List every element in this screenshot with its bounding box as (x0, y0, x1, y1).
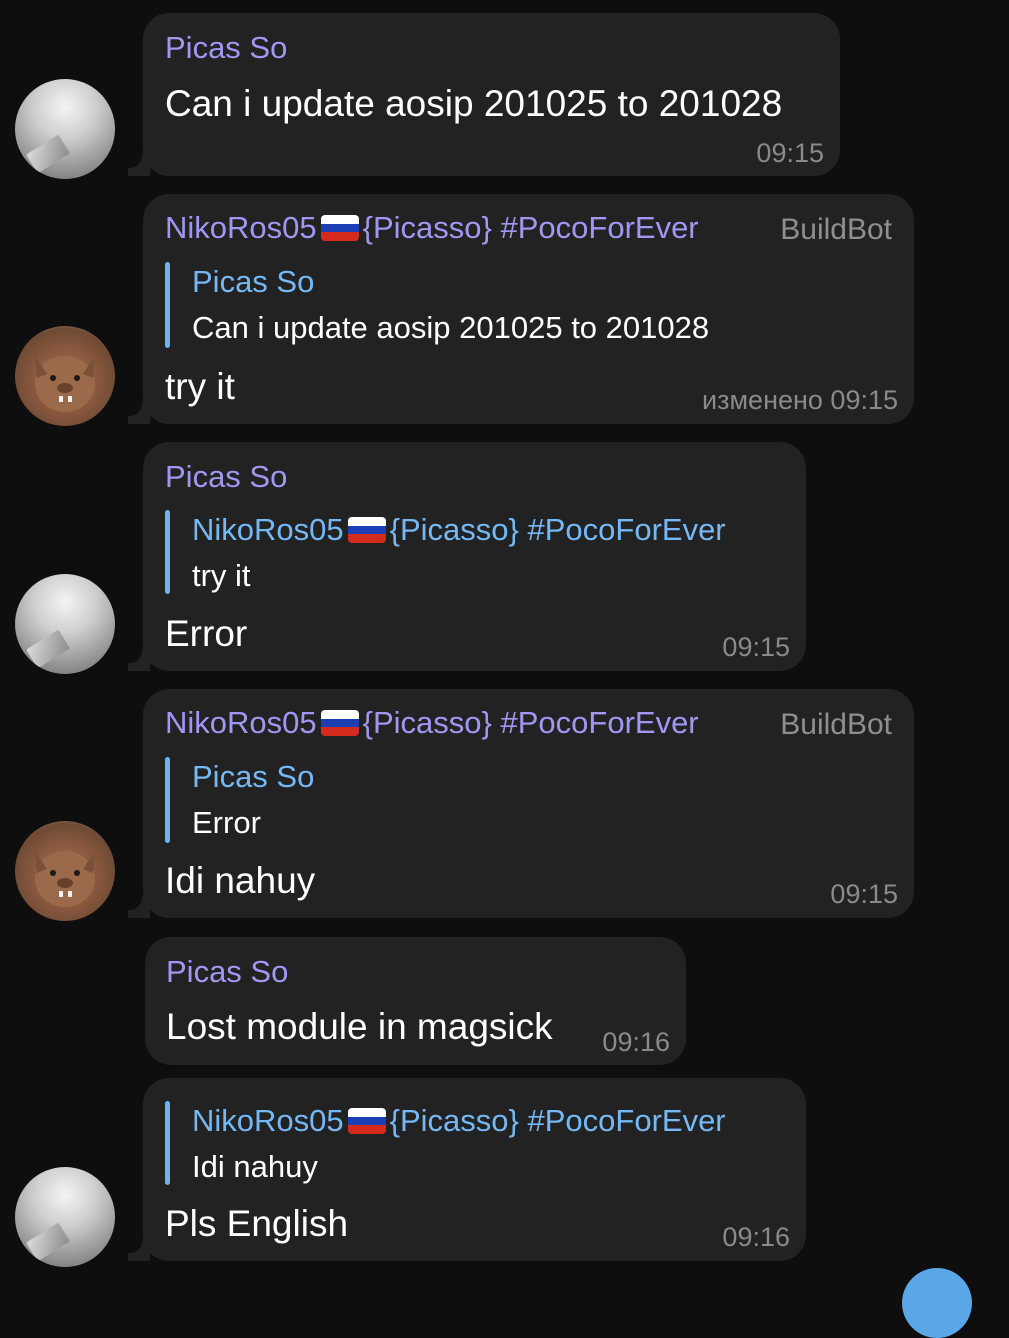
russia-flag-icon (347, 517, 386, 543)
message-text: Error (165, 613, 248, 654)
reply-bar (165, 757, 170, 843)
reply-sender-name: Picas So (192, 759, 315, 794)
sender-name[interactable]: Picas So (165, 30, 287, 66)
reply-bar (165, 262, 170, 348)
bubble-tail (118, 886, 150, 918)
russia-flag-icon (347, 1108, 386, 1134)
russia-flag-icon (320, 215, 359, 241)
sender-name[interactable]: Picas So (165, 459, 287, 495)
reply-sender-name: NikoRos05 {Picasso} #PocoForEver (192, 512, 726, 548)
bubble-tail (118, 639, 150, 671)
message-bubble[interactable]: NikoRos05 {Picasso} #PocoForEver BuildBot… (143, 194, 914, 424)
avatar[interactable] (15, 326, 115, 426)
avatar-placeholder-icon (26, 1222, 70, 1262)
message-time: 09:15 (722, 632, 790, 662)
scroll-down-button[interactable] (902, 1268, 972, 1338)
reply-bar (165, 1101, 170, 1185)
avatar[interactable] (15, 821, 115, 921)
avatar-placeholder-icon (26, 629, 70, 669)
avatar-placeholder-icon (26, 134, 70, 174)
bat-face-icon (35, 851, 95, 907)
avatar[interactable] (15, 79, 115, 179)
message-text: Idi nahuy (165, 860, 316, 901)
reply-text: try it (192, 558, 251, 593)
reply-sender-suffix: {Picasso} #PocoForEver (389, 512, 726, 547)
message-bubble[interactable]: NikoRos05 {Picasso} #PocoForEver Idi nahu… (143, 1078, 806, 1261)
reply-text: Can i update aosip 201025 to 201028 (192, 310, 710, 345)
message-text: Can i update aosip 201025 to 201028 (165, 83, 783, 124)
sender-name-suffix: {Picasso} #PocoForEver (362, 705, 699, 740)
sender-name-text: NikoRos05 (165, 210, 317, 245)
admin-title-badge: BuildBot (780, 213, 892, 246)
message-time: 09:15 (756, 138, 824, 168)
russia-flag-icon (320, 710, 359, 736)
bubble-tail (118, 144, 150, 176)
reply-text: Idi nahuy (192, 1149, 318, 1184)
sender-name[interactable]: NikoRos05 {Picasso} #PocoForEver (165, 210, 699, 246)
reply-sender-name: NikoRos05 {Picasso} #PocoForEver (192, 1103, 726, 1139)
message-time: 09:16 (722, 1222, 790, 1252)
message-text: Pls English (165, 1203, 349, 1244)
message-bubble[interactable]: Picas So Can i update aosip 201025 to 20… (143, 13, 840, 176)
sender-name[interactable]: Picas So (166, 954, 288, 990)
reply-sender-name-text: NikoRos05 (192, 1103, 344, 1138)
sender-name-text: NikoRos05 (165, 705, 317, 740)
admin-title-badge: BuildBot (780, 708, 892, 741)
reply-sender-suffix: {Picasso} #PocoForEver (389, 1103, 726, 1138)
reply-preview[interactable]: Picas So Error (165, 757, 765, 843)
reply-preview[interactable]: NikoRos05 {Picasso} #PocoForEver try it (165, 510, 785, 594)
message-time: 09:16 (602, 1027, 670, 1057)
bubble-tail (118, 1229, 150, 1261)
sender-name[interactable]: NikoRos05 {Picasso} #PocoForEver (165, 705, 699, 741)
message-text: try it (165, 366, 235, 407)
bat-face-icon (35, 356, 95, 412)
reply-preview[interactable]: NikoRos05 {Picasso} #PocoForEver Idi nahu… (165, 1101, 785, 1185)
sender-name-suffix: {Picasso} #PocoForEver (362, 210, 699, 245)
message-bubble[interactable]: Picas So NikoRos05 {Picasso} #PocoForEver… (143, 442, 806, 671)
bubble-tail (118, 392, 150, 424)
reply-preview[interactable]: Picas So Can i update aosip 201025 to 20… (165, 262, 765, 348)
message-bubble[interactable]: Picas So Lost module in magsick 09:16 (145, 937, 686, 1065)
reply-text: Error (192, 805, 261, 840)
message-time: изменено 09:15 (702, 385, 898, 415)
reply-bar (165, 510, 170, 594)
avatar[interactable] (15, 574, 115, 674)
reply-sender-name-text: NikoRos05 (192, 512, 344, 547)
reply-sender-name: Picas So (192, 264, 315, 299)
avatar[interactable] (15, 1167, 115, 1267)
message-bubble[interactable]: NikoRos05 {Picasso} #PocoForEver BuildBot… (143, 689, 914, 918)
message-time: 09:15 (830, 879, 898, 909)
message-text: Lost module in magsick (166, 1006, 553, 1047)
